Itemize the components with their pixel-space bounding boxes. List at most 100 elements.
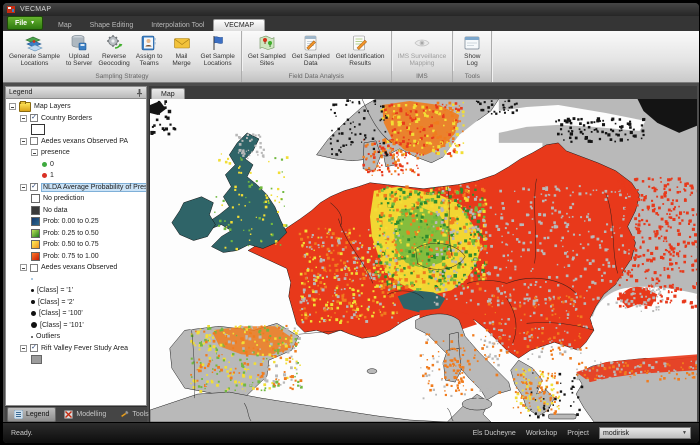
tree-expander-icon[interactable] [20,115,27,122]
legend-tree-item[interactable]: [Class] = '2' [6,297,146,309]
generate-sample-locations-button[interactable]: Generate Sample Locations [6,33,63,68]
ribbon-group-tools: Show Log Tools [453,31,492,82]
mail-merge-button[interactable]: Mail Merge [166,33,198,68]
status-project-label: Project [567,430,589,437]
get-identification-results-button[interactable]: Get Identification Results [333,33,388,68]
tree-item-label: Prob: 0.75 to 1.00 [43,253,99,260]
europe-probability-map[interactable] [150,99,697,422]
dock-tab-modelling[interactable]: Modelling [58,408,112,421]
ribbon-tab-interpolation-tool[interactable]: Interpolation Tool [142,20,213,31]
dot-1-symbol [31,289,34,292]
dot-2-symbol [31,300,35,304]
assign-to-teams-button[interactable]: Assign to Teams [133,33,166,68]
status-workshop[interactable]: Workshop [526,430,557,437]
ribbon-group-sampling-strategy: Generate Sample Locations Upload to Serve… [3,31,242,82]
legend-tree-item[interactable]: presence [6,147,146,159]
legend-tree-item[interactable] [6,124,146,136]
dock-tab-label: Modelling [76,411,106,418]
map-panel: Map [149,86,697,422]
layer-checkbox[interactable]: ✓ [30,344,38,352]
map-canvas[interactable] [149,99,697,422]
ribbon-button-label: Upload to Server [66,53,92,67]
tree-item-label: Map Layers [34,103,71,110]
reverse-geocoding-button[interactable]: Reverse Geocoding [95,33,132,68]
window-title: VECMAP [20,6,51,13]
tree-item-label: Country Borders [41,115,92,122]
legend-tree-item[interactable] [6,354,146,366]
legend-tree-item[interactable]: Prob: 0.00 to 0.25 [6,216,146,228]
legend-tree-item[interactable]: Aedes vexans Observed [6,262,146,274]
get-sample-locations-button[interactable]: Get Sample Locations [198,33,238,68]
tree-item-label: Aedes vexans Observed PA [41,138,128,145]
get-sampled-data-button[interactable]: Get Sampled Data [289,33,333,68]
ribbon-tab-map[interactable]: Map [49,20,81,31]
pin-icon[interactable] [136,89,143,97]
dot-red-symbol [42,173,47,178]
tree-item-label: 1 [50,172,54,179]
layer-checkbox[interactable]: ✓ [30,114,38,122]
legend-tree-item[interactable]: No data [6,205,146,217]
dock-tab-legend[interactable]: Legend [7,407,56,422]
ribbon: Generate Sample Locations Upload to Serve… [3,31,699,83]
map-pins-icon [258,34,276,52]
tree-expander-icon[interactable] [20,184,27,191]
map-tab-strip: Map [149,86,697,99]
legend-panel: Legend Map Layers✓Country BordersAedes v… [5,86,147,422]
status-bar: Ready. Els Ducheyne Workshop Project mod… [3,422,699,443]
legend-panel-title: Legend [9,89,32,96]
legend-tree-item[interactable]: No prediction [6,193,146,205]
tree-expander-icon[interactable] [20,138,27,145]
ribbon-group-label: Sampling Strategy [3,71,241,82]
legend-tree-item[interactable]: 0 [6,159,146,171]
show-log-button[interactable]: Show Log [456,33,488,68]
ribbon-tab-shape-editing[interactable]: Shape Editing [81,20,143,31]
folder-icon [19,102,31,112]
tree-expander-icon[interactable] [20,264,27,271]
legend-tree-item[interactable]: [Class] = '101' [6,320,146,332]
chevron-down-icon: ▼ [682,430,687,436]
tree-expander-icon[interactable] [9,103,16,110]
layer-checkbox[interactable] [30,137,38,145]
tree-item-label: NLDA Average Probability of Presence [41,183,147,192]
flag-icon [209,34,227,52]
ribbon-button-label: Assign to Teams [136,53,163,67]
legend-tree-item[interactable]: Outliers [6,331,146,343]
tree-item-label: Outliers [36,333,60,340]
map-stack-icon [25,34,43,52]
get-sampled-sites-button[interactable]: Get Sampled Sites [245,33,289,68]
ribbon-button-label: Get Identification Results [336,53,385,67]
map-tab[interactable]: Map [151,88,185,99]
legend-tree-item[interactable]: ✓NLDA Average Probability of Presence [6,182,146,194]
file-tab-label: File [15,20,27,27]
ribbon-button-label: Generate Sample Locations [9,53,60,67]
legend-tree-item[interactable]: Prob: 0.25 to 0.50 [6,228,146,240]
tree-expander-icon[interactable] [31,149,38,156]
legend-tree-item[interactable]: 1 [6,170,146,182]
legend-tree-item[interactable]: ✓Country Borders [6,113,146,125]
tree-expander-icon[interactable] [20,345,27,352]
legend-tree-item[interactable]: Aedes vexans Observed PA [6,136,146,148]
upload-to-server-button[interactable]: Upload to Server [63,33,95,68]
layer-checkbox[interactable]: ✓ [30,183,38,191]
tree-item-label: Aedes vexans Observed [41,264,117,271]
legend-tree-item[interactable] [6,274,146,286]
project-dropdown[interactable]: modirisk ▼ [599,427,691,439]
legend-tree-item[interactable]: ✓Rift Valley Fever Study Area [6,343,146,355]
modelling-icon [64,410,73,419]
ribbon-tab-vecmap[interactable]: VECMAP [213,19,265,31]
main-area: Legend Map Layers✓Country BordersAedes v… [3,83,699,422]
ribbon-tab-file[interactable]: File▼ [7,16,43,30]
layer-checkbox[interactable] [30,264,38,272]
dot-outlier-symbol [31,336,33,338]
tree-item-label: Prob: 0.00 to 0.25 [43,218,99,225]
chevron-down-icon: ▼ [30,21,35,26]
legend-tree-item[interactable]: [Class] = '100' [6,308,146,320]
ribbon-button-label: IMS Surveillance Mapping [398,53,447,67]
ribbon-group-label: Tools [453,71,491,82]
legend-tree-item[interactable]: Map Layers [6,101,146,113]
dock-tab-strip: LegendModellingTools [5,406,147,422]
legend-tree-item[interactable]: Prob: 0.50 to 0.75 [6,239,146,251]
legend-tree-item[interactable]: [Class] = '1' [6,285,146,297]
tools-icon [120,410,129,419]
legend-tree-item[interactable]: Prob: 0.75 to 1.00 [6,251,146,263]
